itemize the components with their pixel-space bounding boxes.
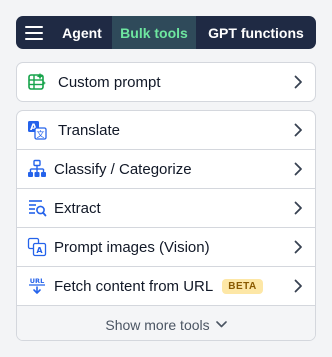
tab-agent[interactable]: Agent	[52, 16, 112, 49]
tool-item-classify[interactable]: Classify / Categorize	[17, 150, 315, 189]
tool-label: Translate	[58, 121, 120, 139]
chevron-right-icon	[291, 162, 305, 176]
chevron-right-icon	[291, 123, 305, 137]
show-more-tools-button[interactable]: Show more tools	[17, 306, 315, 340]
svg-text:文: 文	[37, 129, 45, 139]
tool-label: Fetch content from URL	[54, 277, 214, 295]
custom-prompt-card: Custom prompt	[16, 62, 316, 102]
url-download-icon: URL	[26, 275, 48, 297]
chevron-down-icon	[215, 321, 227, 328]
custom-prompt-button[interactable]: Custom prompt	[17, 63, 315, 101]
chevron-right-icon	[291, 201, 305, 215]
chevron-right-icon	[291, 240, 305, 254]
tool-item-translate[interactable]: A 文 Translate	[17, 111, 315, 150]
tab-bulk-tools[interactable]: Bulk tools	[112, 16, 196, 49]
beta-badge: BETA	[222, 278, 263, 294]
spreadsheet-sparkle-icon	[26, 71, 48, 93]
hamburger-menu-icon[interactable]	[16, 16, 52, 49]
chevron-right-icon	[291, 279, 305, 293]
hierarchy-icon	[26, 158, 48, 180]
svg-text:A: A	[36, 246, 43, 255]
tool-label: Prompt images (Vision)	[54, 238, 210, 256]
tool-item-extract[interactable]: Extract	[17, 189, 315, 228]
bulk-tools-panel: Agent Bulk tools GPT functions Custom pr…	[0, 0, 332, 357]
tool-item-prompt-images[interactable]: A Prompt images (Vision)	[17, 228, 315, 267]
tab-gpt-functions[interactable]: GPT functions	[196, 16, 316, 49]
tool-label: Extract	[54, 199, 101, 217]
translate-icon: A 文	[26, 119, 48, 141]
top-nav: Agent Bulk tools GPT functions	[16, 16, 316, 49]
custom-prompt-label: Custom prompt	[58, 73, 161, 91]
tool-label: Classify / Categorize	[54, 160, 192, 178]
image-prompt-icon: A	[26, 236, 48, 258]
svg-text:URL: URL	[30, 277, 44, 285]
chevron-right-icon	[291, 75, 305, 89]
tools-list: A 文 Translate Classify / Categorize Extr…	[16, 110, 316, 341]
extract-search-icon	[26, 197, 48, 219]
tool-item-fetch-url[interactable]: URL Fetch content from URL BETA	[17, 267, 315, 306]
show-more-label: Show more tools	[105, 316, 210, 333]
